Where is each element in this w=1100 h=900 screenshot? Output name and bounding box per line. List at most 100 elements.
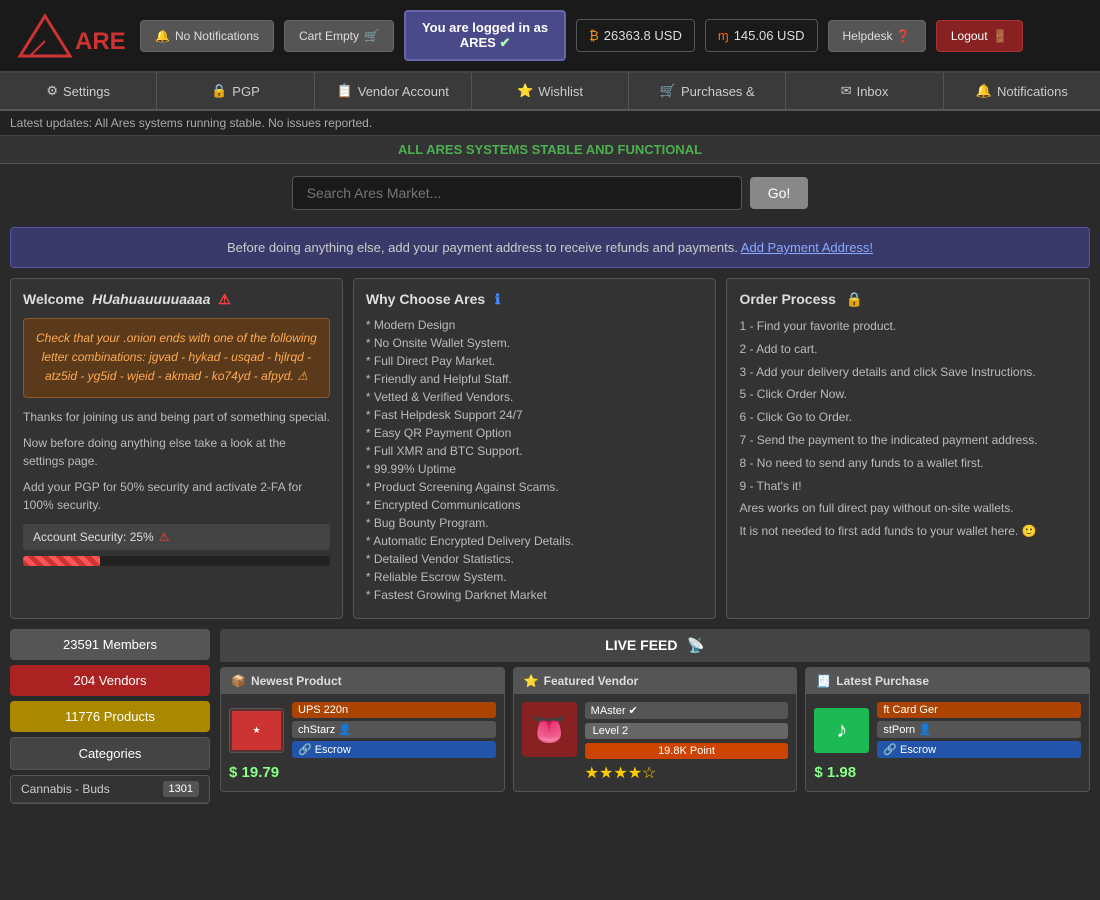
newest-product-card: 📦 Newest Product ★ UPS 220n ch: [220, 667, 505, 792]
payment-notice: Before doing anything else, add your pay…: [10, 227, 1090, 268]
feed-icon: 📡: [687, 637, 704, 653]
welcome-text1: Thanks for joining us and being part of …: [23, 408, 330, 426]
why-item: * Automatic Encrypted Delivery Details.: [366, 534, 704, 548]
newest-product-title-badge: UPS 220n: [292, 702, 496, 718]
nav-notifications[interactable]: 🔔 Notifications: [944, 73, 1100, 109]
search-input[interactable]: [292, 176, 742, 210]
order-process-box: Order Process 🔒 1 - Find your favorite p…: [726, 278, 1090, 619]
latest-seller-badge[interactable]: stPorn 👤: [877, 721, 1081, 738]
xmr-balance: ɱ 145.06 USD: [705, 19, 818, 52]
xmr-icon: ɱ: [718, 28, 729, 43]
add-payment-address-link[interactable]: Add Payment Address!: [741, 240, 873, 255]
bottom-section: 23591 Members 204 Vendors 11776 Products…: [10, 629, 1090, 804]
welcome-box: Welcome HUahuauuuuaaaa ⚠ Check that your…: [10, 278, 343, 619]
why-item: * Friendly and Helpful Staff.: [366, 372, 704, 386]
info-icon: ℹ: [495, 291, 500, 307]
btc-balance: ₿ 26363.8 USD: [576, 19, 695, 52]
why-item: * Detailed Vendor Statistics.: [366, 552, 704, 566]
featured-vendor-body: 👅 MAster ✔ Level 2 19.8K Point ★★★★☆: [514, 694, 797, 791]
logged-in-username: ARES ✔: [422, 35, 548, 51]
nav-purchases[interactable]: 🛒 Purchases &: [629, 73, 786, 109]
why-item: * Vetted & Verified Vendors.: [366, 390, 704, 404]
latest-price: $ 1.98: [814, 764, 1081, 781]
latest-purchase-item: ♪ ft Card Ger stPorn 👤 🔗 Escrow: [814, 702, 1081, 758]
latest-escrow-badge[interactable]: 🔗 Escrow: [877, 741, 1081, 758]
nav-pgp[interactable]: 🔒 PGP: [157, 73, 314, 109]
notifications-button[interactable]: 🔔 No Notifications: [140, 20, 274, 52]
category-item[interactable]: Cannabis - Buds 1301: [11, 776, 209, 803]
live-feed-header: LIVE FEED 📡: [220, 629, 1090, 662]
why-item: * Full Direct Pay Market.: [366, 354, 704, 368]
settings-icon: ⚙: [46, 83, 58, 99]
why-choose-title: Why Choose Ares ℹ: [366, 291, 704, 308]
latest-icon: 🧾: [816, 674, 831, 688]
newest-escrow-badge[interactable]: 🔗 Escrow: [292, 741, 496, 758]
order-step: Ares works on full direct pay without on…: [739, 500, 1077, 517]
why-item: * No Onsite Wallet System.: [366, 336, 704, 350]
why-item: * Encrypted Communications: [366, 498, 704, 512]
cart-icon: 🛒: [364, 29, 379, 43]
helpdesk-button[interactable]: Helpdesk ❓: [828, 20, 926, 52]
newest-price: $ 19.79: [229, 764, 496, 781]
newest-icon: 📦: [231, 674, 246, 688]
latest-purchase-card: 🧾 Latest Purchase ♪ ft Card Ger stPorn 👤: [805, 667, 1090, 792]
latest-purchase-title-badge: ft Card Ger: [877, 702, 1081, 718]
order-step: 9 - That's it!: [739, 478, 1077, 495]
header: ARES 🔔 No Notifications Cart Empty 🛒 You…: [0, 0, 1100, 73]
welcome-text3: Add your PGP for 50% security and activa…: [23, 478, 330, 514]
onion-warning: Check that your .onion ends with one of …: [23, 318, 330, 398]
latest-purchase-info: ft Card Ger stPorn 👤 🔗 Escrow: [877, 702, 1081, 758]
lock-icon: 🔒: [846, 291, 863, 307]
featured-icon: ⭐: [524, 674, 539, 688]
why-item: * Reliable Escrow System.: [366, 570, 704, 584]
nav-vendor-account[interactable]: 📋 Vendor Account: [315, 73, 472, 109]
purchases-icon: 🛒: [660, 83, 676, 99]
feed-cards: 📦 Newest Product ★ UPS 220n ch: [220, 667, 1090, 792]
latest-purchase-image: ♪: [814, 708, 869, 753]
logged-in-box: You are logged in as ARES ✔: [404, 10, 566, 61]
order-step: It is not needed to first add funds to y…: [739, 523, 1077, 540]
order-step: 1 - Find your favorite product.: [739, 318, 1077, 335]
newest-seller-badge[interactable]: chStarz 👤: [292, 721, 496, 738]
user-icon: 👤: [338, 723, 352, 736]
main-section: Welcome HUahuauuuuaaaa ⚠ Check that your…: [10, 278, 1090, 619]
order-step: 7 - Send the payment to the indicated pa…: [739, 432, 1077, 449]
cart-button[interactable]: Cart Empty 🛒: [284, 20, 394, 52]
logout-button[interactable]: Logout 🚪: [936, 20, 1023, 52]
order-step: 5 - Click Order Now.: [739, 386, 1077, 403]
order-steps-list: 1 - Find your favorite product.2 - Add t…: [739, 318, 1077, 540]
search-bar: Go!: [0, 164, 1100, 222]
ticker-bar: Latest updates: All Ares systems running…: [0, 111, 1100, 136]
newest-product-header: 📦 Newest Product: [221, 668, 504, 694]
category-badge: 1301: [163, 781, 199, 797]
vendors-stat: 204 Vendors: [10, 665, 210, 696]
why-item: * Fastest Growing Darknet Market: [366, 588, 704, 602]
products-stat: 11776 Products: [10, 701, 210, 732]
escrow-icon2: 🔗: [883, 743, 897, 756]
security-bar-fill: [23, 556, 100, 566]
nav-inbox[interactable]: ✉ Inbox: [786, 73, 943, 109]
featured-vendor-name-badge[interactable]: MAster ✔: [585, 702, 789, 719]
newest-product-image: ★: [229, 708, 284, 753]
live-feed-section: LIVE FEED 📡 📦 Newest Product ★: [220, 629, 1090, 804]
why-item: * Modern Design: [366, 318, 704, 332]
why-item: * Bug Bounty Program.: [366, 516, 704, 530]
btc-icon: ₿: [589, 28, 599, 43]
logout-icon: 🚪: [993, 29, 1008, 43]
seller-icon: 👤: [918, 723, 932, 736]
why-item: * 99.99% Uptime: [366, 462, 704, 476]
order-process-title: Order Process 🔒: [739, 291, 1077, 308]
categories-stat: Categories: [10, 737, 210, 770]
nav-settings[interactable]: ⚙ Settings: [0, 73, 157, 109]
order-step: 6 - Click Go to Order.: [739, 409, 1077, 426]
why-item: * Fast Helpdesk Support 24/7: [366, 408, 704, 422]
featured-vendor-card: ⭐ Featured Vendor 👅 MAster ✔ Level 2: [513, 667, 798, 792]
featured-vendor-stars: ★★★★☆: [585, 763, 789, 783]
search-go-button[interactable]: Go!: [750, 177, 809, 209]
order-step: 3 - Add your delivery details and click …: [739, 364, 1077, 381]
order-step: 8 - No need to send any funds to a walle…: [739, 455, 1077, 472]
nav-wishlist[interactable]: ⭐ Wishlist: [472, 73, 629, 109]
featured-vendor-level: Level 2: [585, 723, 789, 739]
featured-vendor-avatar: 👅: [522, 702, 577, 757]
why-item: * Easy QR Payment Option: [366, 426, 704, 440]
